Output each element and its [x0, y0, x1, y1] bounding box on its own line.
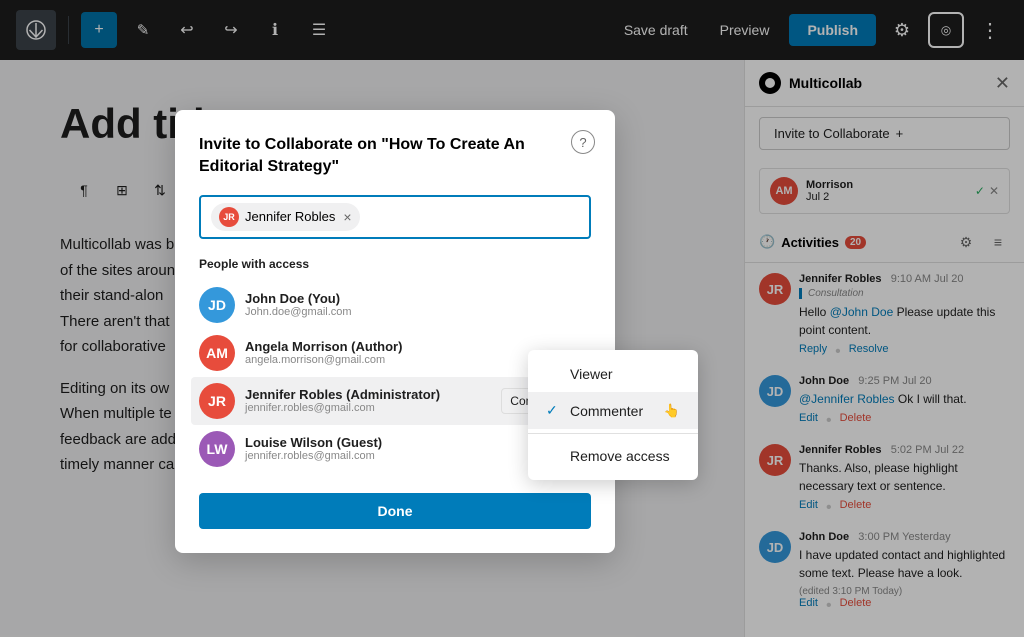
- role-popup-item-viewer[interactable]: Viewer: [528, 356, 698, 392]
- invite-input-field[interactable]: JR Jennifer Robles ×: [199, 195, 591, 239]
- role-option-label: Remove access: [570, 448, 670, 464]
- modal-title: Invite to Collaborate on "How To Create …: [199, 134, 591, 179]
- invite-chip: JR Jennifer Robles ×: [211, 203, 360, 231]
- person-name: Jennifer Robles (Administrator): [245, 387, 491, 402]
- role-popup-item-remove[interactable]: Remove access: [528, 438, 698, 474]
- check-icon: [546, 366, 562, 382]
- chip-avatar: JR: [219, 207, 239, 227]
- role-popup-item-commenter[interactable]: ✓ Commenter 👆: [528, 392, 698, 429]
- person-avatar: JD: [199, 287, 235, 323]
- person-name: Louise Wilson (Guest): [245, 435, 518, 450]
- cursor-icon: 👆: [664, 403, 680, 419]
- person-name: John Doe (You): [245, 291, 591, 306]
- person-email: jennifer.robles@gmail.com: [245, 450, 518, 462]
- person-info: John Doe (You) John.doe@gmail.com: [245, 291, 591, 318]
- invite-modal: ? Invite to Collaborate on "How To Creat…: [175, 110, 615, 553]
- role-popup-divider: [528, 433, 698, 434]
- role-option-label: Commenter: [570, 403, 643, 419]
- person-info: Louise Wilson (Guest) jennifer.robles@gm…: [245, 435, 518, 462]
- person-avatar: JR: [199, 383, 235, 419]
- check-icon: ✓: [546, 402, 562, 419]
- person-avatar: AM: [199, 335, 235, 371]
- people-section-title: People with access: [199, 257, 591, 271]
- role-popup: Viewer ✓ Commenter 👆 Remove access: [528, 350, 698, 480]
- role-option-label: Viewer: [570, 366, 613, 382]
- person-avatar: LW: [199, 431, 235, 467]
- person-row: JD John Doe (You) John.doe@gmail.com: [199, 281, 591, 329]
- check-icon: [546, 448, 562, 464]
- person-info: Jennifer Robles (Administrator) jennifer…: [245, 387, 491, 414]
- done-button[interactable]: Done: [199, 493, 591, 529]
- person-email: jennifer.robles@gmail.com: [245, 402, 491, 414]
- person-email: John.doe@gmail.com: [245, 306, 591, 318]
- help-button[interactable]: ?: [571, 130, 595, 154]
- chip-remove-button[interactable]: ×: [343, 209, 351, 225]
- chip-name: Jennifer Robles: [245, 209, 335, 224]
